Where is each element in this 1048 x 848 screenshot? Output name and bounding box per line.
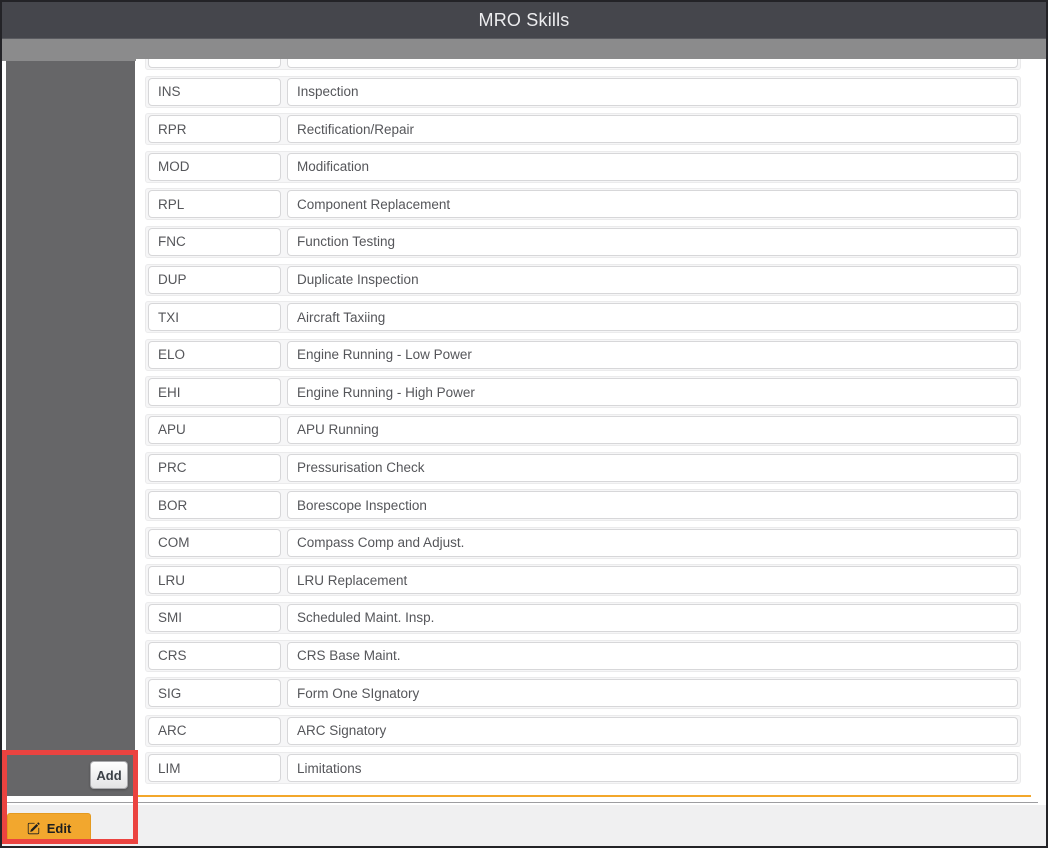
skills-panel: [136, 59, 1046, 795]
skill-row: [145, 601, 1021, 634]
skill-description-input[interactable]: [287, 566, 1018, 595]
skill-row: [145, 59, 1021, 70]
footer-separator: [2, 802, 1038, 804]
page-title: MRO Skills: [478, 9, 570, 30]
skill-code-input[interactable]: [148, 415, 281, 444]
skills-list: [145, 59, 1021, 785]
skill-code-input[interactable]: [148, 227, 281, 256]
skill-code-input[interactable]: [148, 716, 281, 745]
skill-description-input[interactable]: [287, 641, 1018, 670]
skill-code-input[interactable]: [148, 190, 281, 219]
skill-row: [145, 564, 1021, 597]
skill-code-input[interactable]: [148, 303, 281, 332]
skill-row: [145, 413, 1021, 446]
title-bar: MRO Skills: [2, 2, 1046, 38]
footer-bar: [2, 805, 1046, 846]
skill-description-input[interactable]: [287, 303, 1018, 332]
skill-description-input[interactable]: [287, 716, 1018, 745]
skill-description-input[interactable]: [287, 453, 1018, 482]
skill-code-input[interactable]: [148, 603, 281, 632]
sidebar: Add: [6, 61, 135, 796]
skill-code-input[interactable]: [148, 754, 281, 783]
skill-description-input[interactable]: [287, 415, 1018, 444]
skill-code-input[interactable]: [148, 59, 281, 68]
skill-row: [145, 489, 1021, 522]
skill-description-input[interactable]: [287, 340, 1018, 369]
skill-code-input[interactable]: [148, 528, 281, 557]
skill-description-input[interactable]: [287, 59, 1018, 68]
skill-description-input[interactable]: [287, 491, 1018, 520]
skill-row: [145, 150, 1021, 183]
skill-row: [145, 263, 1021, 296]
skill-code-input[interactable]: [148, 152, 281, 181]
pencil-square-icon: [27, 821, 40, 834]
skill-row: [145, 451, 1021, 484]
edit-button[interactable]: Edit: [7, 813, 91, 843]
skill-code-input[interactable]: [148, 265, 281, 294]
toolbar-strip: [2, 38, 1046, 61]
skill-row: [145, 376, 1021, 409]
skill-description-input[interactable]: [287, 115, 1018, 144]
skill-row: [145, 752, 1021, 785]
skill-row: [145, 113, 1021, 146]
skill-row: [145, 188, 1021, 221]
skill-description-input[interactable]: [287, 378, 1018, 407]
skill-description-input[interactable]: [287, 77, 1018, 106]
skill-row: [145, 677, 1021, 710]
skill-row: [145, 338, 1021, 371]
skill-description-input[interactable]: [287, 152, 1018, 181]
edit-button-label: Edit: [46, 820, 72, 836]
mro-skills-window: MRO Skills Add INS Inspection RPR Rectif…: [0, 0, 1048, 848]
skill-description-input[interactable]: [287, 754, 1018, 783]
skill-code-input[interactable]: [148, 679, 281, 708]
skill-code-input[interactable]: [148, 453, 281, 482]
skill-description-input[interactable]: [287, 528, 1018, 557]
skill-code-input[interactable]: [148, 566, 281, 595]
skill-row: [145, 301, 1021, 334]
skill-row: [145, 75, 1021, 108]
skill-row: [145, 714, 1021, 747]
skill-description-input[interactable]: [287, 190, 1018, 219]
add-button[interactable]: Add: [90, 761, 128, 789]
skill-code-input[interactable]: [148, 641, 281, 670]
skill-description-input[interactable]: [287, 265, 1018, 294]
skill-code-input[interactable]: [148, 77, 281, 106]
skill-row: [145, 225, 1021, 258]
skill-row: [145, 526, 1021, 559]
skill-description-input[interactable]: [287, 227, 1018, 256]
panel-bottom-rule: [137, 795, 1031, 797]
skill-code-input[interactable]: [148, 115, 281, 144]
skill-description-input[interactable]: [287, 603, 1018, 632]
skill-code-input[interactable]: [148, 378, 281, 407]
skill-code-input[interactable]: [148, 491, 281, 520]
skill-code-input[interactable]: [148, 340, 281, 369]
skill-description-input[interactable]: [287, 679, 1018, 708]
skill-row: [145, 639, 1021, 672]
